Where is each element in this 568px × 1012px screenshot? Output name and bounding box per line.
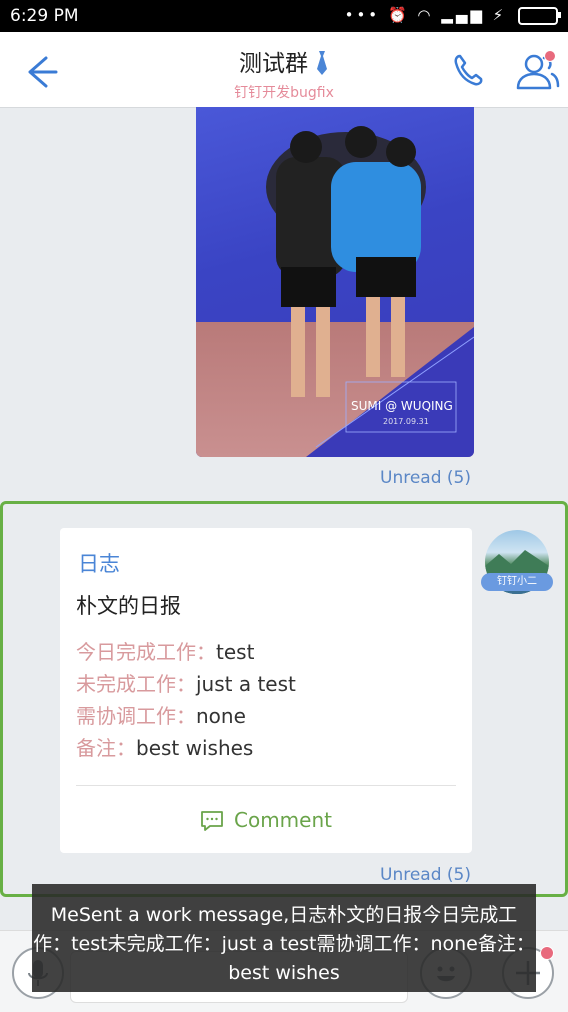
status-bar: 6:29 PM ••• ⏰ ◠ ▂▄▆ ⚡	[0, 0, 568, 32]
signal-icon: ▂▄▆	[441, 6, 485, 24]
tie-icon	[317, 51, 328, 75]
status-icons: ••• ⏰ ◠ ▂▄▆ ⚡	[344, 6, 561, 25]
photo-date: 2017.09.31	[383, 417, 429, 426]
unread-count-link[interactable]: Unread (5)	[380, 865, 471, 885]
photo-message[interactable]: SUMI @ WUQING 2017.09.31	[196, 107, 474, 457]
log-row: 需协调工作：none	[76, 700, 246, 729]
comment-icon	[201, 811, 223, 831]
chat-header: 测试群 钉钉开发bugfix	[0, 32, 568, 108]
log-row-key: 未完成工作：	[76, 672, 196, 696]
more-dots-icon: •••	[344, 6, 381, 24]
log-row-key: 需协调工作：	[76, 704, 196, 728]
log-row: 未完成工作：just a test	[76, 668, 296, 697]
card-type-label: 日志	[78, 552, 120, 576]
card-divider	[76, 785, 456, 786]
log-row-value: just a test	[196, 672, 296, 696]
avatar-tag: 钉钉小二	[481, 573, 553, 591]
alarm-icon: ⏰	[387, 6, 410, 24]
group-members-button[interactable]	[512, 48, 560, 92]
log-row: 今日完成工作：test	[76, 636, 254, 665]
log-row-key: 今日完成工作：	[76, 640, 216, 664]
unread-count-link[interactable]: Unread (5)	[380, 468, 471, 488]
log-row-value: best wishes	[136, 736, 254, 760]
charging-icon: ⚡	[492, 6, 507, 24]
status-time: 6:29 PM	[10, 6, 79, 26]
accessibility-caption: MeSent a work message,日志朴文的日报今日完成工作：test…	[32, 884, 536, 992]
log-row-value: none	[196, 704, 246, 728]
wifi-icon: ◠	[417, 6, 434, 24]
work-log-card[interactable]: 日志 朴文的日报 今日完成工作：test 未完成工作：just a test 需…	[60, 528, 472, 853]
log-row-value: test	[216, 640, 255, 664]
phone-icon[interactable]	[448, 50, 488, 90]
players-illustration	[266, 126, 426, 397]
notification-dot	[544, 50, 556, 62]
photo-caption: SUMI @ WUQING	[351, 399, 453, 413]
battery-icon	[518, 6, 561, 25]
card-title: 朴文的日报	[76, 594, 181, 618]
comment-label: Comment	[234, 808, 332, 832]
chat-title: 测试群	[238, 51, 308, 77]
log-row: 备注：best wishes	[76, 732, 253, 761]
notification-dot	[540, 946, 554, 960]
log-row-key: 备注：	[76, 736, 136, 760]
